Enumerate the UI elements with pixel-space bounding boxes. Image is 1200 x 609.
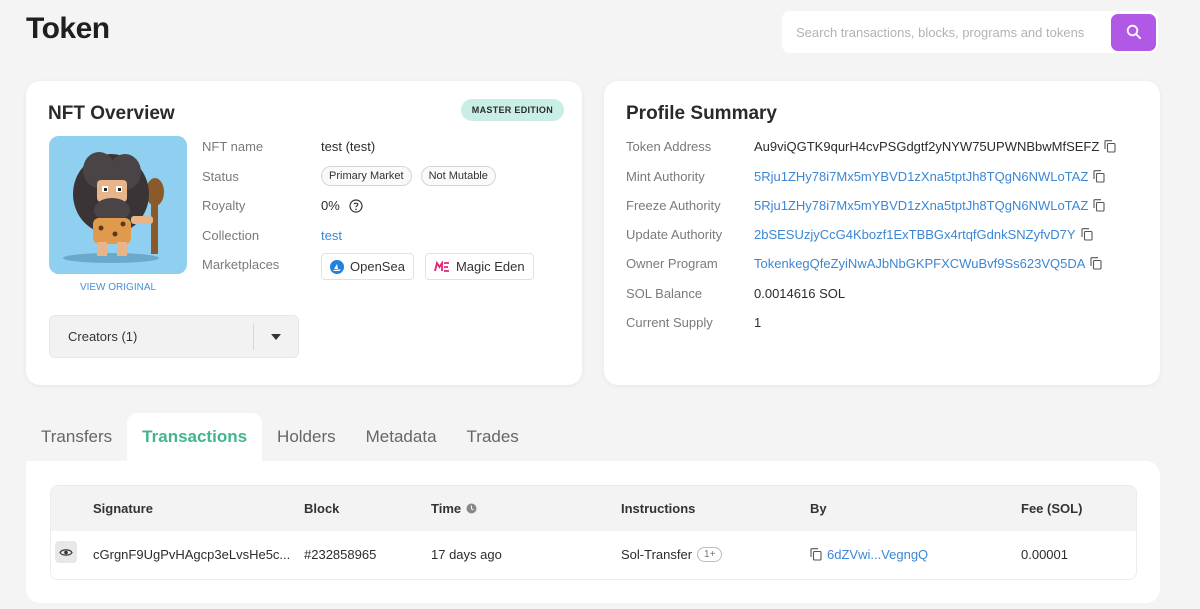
by-cell: 6dZVwi...VegngQ	[810, 547, 928, 562]
header-time-label: Time	[431, 501, 462, 516]
freeze-authority-row: 5Rju1ZHy78i7Mx5mYBVD1zXna5tptJh8TQgN6NWL…	[754, 198, 1105, 213]
table-header: Signature Block Time Instructions By Fee…	[51, 486, 1136, 531]
nft-overview-card: NFT Overview MASTER EDITION VIEW ORIGINA…	[26, 81, 582, 385]
update-authority-label: Update Authority	[626, 227, 723, 242]
copy-icon[interactable]	[1080, 228, 1093, 241]
eye-icon	[59, 548, 73, 556]
opensea-icon	[330, 259, 344, 274]
tab-transactions[interactable]: Transactions	[127, 413, 263, 461]
search-icon	[1126, 24, 1141, 40]
header-block: Block	[304, 501, 340, 516]
copy-icon[interactable]	[810, 548, 822, 561]
master-edition-badge: MASTER EDITION	[460, 99, 564, 121]
magic-eden-label: Magic Eden	[455, 259, 525, 274]
status-badge-primary-market: Primary Market	[321, 166, 412, 186]
marketplaces-label: Marketplaces	[202, 257, 280, 272]
search-bar	[782, 11, 1158, 53]
instruction-cell: Sol-Transfer 1+	[621, 547, 723, 562]
opensea-button[interactable]: OpenSea	[321, 253, 414, 280]
creators-dropdown[interactable]: Creators (1)	[49, 315, 299, 358]
search-input[interactable]	[782, 11, 1111, 53]
owner-program-link[interactable]: TokenkegQfeZyiNwAJbNbGKPFXCWuBvf9Ss623VQ…	[754, 256, 1085, 271]
magic-eden-button[interactable]: Magic Eden	[424, 253, 534, 280]
freeze-authority-link[interactable]: 5Rju1ZHy78i7Mx5mYBVD1zXna5tptJh8TQgN6NWL…	[754, 198, 1088, 213]
table-row: cGrgnF9UgPvHAgcp3eLvsHe5c... #232858965 …	[51, 531, 1136, 579]
page-title: Token	[26, 12, 110, 45]
marketplaces-list: OpenSea Magic Eden	[321, 253, 540, 280]
block-link[interactable]: #232858965	[304, 547, 376, 562]
fee-value: 0.00001	[1021, 547, 1068, 562]
header-by: By	[810, 501, 827, 516]
tab-transfers[interactable]: Transfers	[26, 413, 127, 461]
profile-summary-card: Profile Summary Token Address Au9viQGTK9…	[604, 81, 1160, 385]
update-authority-link[interactable]: 2bSESUzjyCcG4Kbozf1ExTBBGx4rtqfGdnkSNZyf…	[754, 227, 1076, 242]
magic-eden-icon	[434, 260, 449, 272]
royalty-label: Royalty	[202, 198, 246, 213]
nft-image[interactable]	[49, 136, 187, 274]
copy-icon[interactable]	[1093, 170, 1105, 183]
clock-icon[interactable]	[466, 503, 477, 514]
royalty-row: 0%	[321, 198, 363, 213]
nft-name-label: NFT name	[202, 139, 264, 154]
by-link[interactable]: 6dZVwi...VegngQ	[827, 547, 928, 562]
signature-link[interactable]: cGrgnF9UgPvHAgcp3eLvsHe5c...	[93, 547, 290, 562]
transactions-table: Signature Block Time Instructions By Fee…	[50, 485, 1137, 580]
opensea-label: OpenSea	[350, 259, 405, 274]
update-authority-row: 2bSESUzjyCcG4Kbozf1ExTBBGx4rtqfGdnkSNZyf…	[754, 227, 1093, 242]
mint-authority-link[interactable]: 5Rju1ZHy78i7Mx5mYBVD1zXna5tptJh8TQgN6NWL…	[754, 169, 1088, 184]
current-supply-value: 1	[754, 315, 762, 330]
header-time: Time	[431, 501, 477, 516]
mint-authority-row: 5Rju1ZHy78i7Mx5mYBVD1zXna5tptJh8TQgN6NWL…	[754, 169, 1105, 184]
copy-icon[interactable]	[1093, 199, 1105, 212]
mint-authority-label: Mint Authority	[626, 169, 705, 184]
tab-bar: Transfers Transactions Holders Metadata …	[26, 413, 534, 461]
instruction-value: Sol-Transfer	[621, 547, 693, 562]
collection-link[interactable]: test	[321, 228, 342, 243]
help-icon[interactable]	[349, 198, 363, 213]
instruction-count-badge[interactable]: 1+	[697, 547, 723, 562]
token-address-value: Au9viQGTK9qurH4cvPSGdgtf2yNYW75UPWNBbwMf…	[754, 139, 1100, 154]
tab-metadata[interactable]: Metadata	[351, 413, 452, 461]
owner-program-row: TokenkegQfeZyiNwAJbNbGKPFXCWuBvf9Ss623VQ…	[754, 256, 1102, 271]
status-pills: Primary Market Not Mutable	[321, 166, 500, 186]
freeze-authority-label: Freeze Authority	[626, 198, 721, 213]
time-value: 17 days ago	[431, 547, 502, 562]
royalty-value: 0%	[321, 198, 340, 213]
view-details-button[interactable]	[55, 541, 77, 563]
nft-name-value: test (test)	[321, 139, 376, 154]
search-button[interactable]	[1111, 13, 1156, 51]
token-address-row: Au9viQGTK9qurH4cvPSGdgtf2yNYW75UPWNBbwMf…	[754, 139, 1116, 154]
owner-program-label: Owner Program	[626, 256, 718, 271]
current-supply-label: Current Supply	[626, 315, 713, 330]
copy-icon[interactable]	[1104, 140, 1116, 153]
caret-down-icon	[254, 333, 298, 340]
sol-balance-label: SOL Balance	[626, 286, 703, 301]
header-fee: Fee (SOL)	[1021, 501, 1083, 516]
status-label: Status	[202, 169, 239, 184]
header-instructions: Instructions	[621, 501, 696, 516]
header-signature: Signature	[93, 501, 153, 516]
token-address-label: Token Address	[626, 139, 712, 154]
copy-icon[interactable]	[1090, 257, 1102, 270]
caveman-image-icon	[49, 136, 187, 274]
transactions-panel: Signature Block Time Instructions By Fee…	[26, 461, 1160, 603]
sol-balance-value: 0.0014616 SOL	[754, 286, 846, 301]
view-original-link[interactable]: VIEW ORIGINAL	[49, 282, 187, 293]
profile-summary-title: Profile Summary	[626, 103, 777, 124]
tab-trades[interactable]: Trades	[452, 413, 534, 461]
creators-label: Creators (1)	[68, 329, 138, 344]
nft-overview-title: NFT Overview	[48, 103, 175, 124]
tab-holders[interactable]: Holders	[262, 413, 351, 461]
status-badge-not-mutable: Not Mutable	[420, 166, 496, 186]
collection-label: Collection	[202, 228, 260, 243]
